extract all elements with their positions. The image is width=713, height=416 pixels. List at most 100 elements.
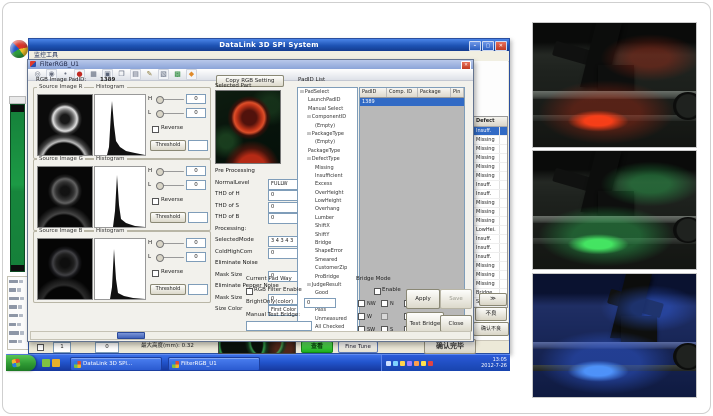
taskbar-item[interactable]: DataLink 3D SPI... (70, 357, 162, 371)
col-package[interactable]: Package (418, 88, 451, 97)
reverse-checkbox[interactable] (152, 126, 159, 133)
Missing[interactable]: Missing (474, 208, 507, 217)
close-button[interactable]: Close (440, 315, 472, 332)
tree-item[interactable]: ⊟ComponentID (298, 113, 357, 121)
tree-item[interactable]: ⊟JudgeResult (298, 281, 357, 289)
defect-table-header[interactable]: Defect (474, 117, 507, 127)
tree-item[interactable]: Missing (298, 164, 357, 172)
Missing[interactable]: Missing (474, 217, 507, 226)
ng-button[interactable]: 不良 (475, 307, 507, 321)
tree-item[interactable]: CustomerZip (298, 264, 357, 272)
table-icon[interactable]: ▤ (130, 69, 141, 80)
lamp-icon[interactable]: ◆ (186, 69, 197, 80)
h-value-input[interactable]: 0 (186, 166, 206, 176)
network-tray-icon[interactable] (386, 361, 391, 366)
Missing[interactable]: Missing (474, 163, 507, 172)
bridge-direction-checkbox[interactable] (381, 313, 404, 326)
padid-table-selected-row[interactable]: 1389 (360, 98, 464, 106)
board-map-green-bar[interactable] (10, 104, 25, 272)
bridge-direction-checkbox[interactable]: NW (358, 300, 381, 313)
tree-item[interactable]: ⊟DefectType (298, 155, 357, 163)
manual-test-bridge-input[interactable] (246, 321, 312, 331)
horizontal-scrollbar[interactable] (30, 331, 471, 340)
grid-icon[interactable]: ▦ (88, 69, 99, 80)
tree-item[interactable]: Excess (298, 180, 357, 188)
bridge-enable-checkbox[interactable] (374, 288, 381, 295)
confirm-ng-button[interactable]: 确认不良 (473, 322, 509, 336)
tree-item[interactable]: ShiftY (298, 231, 357, 239)
tree-item[interactable]: (Empty) (298, 138, 357, 146)
tree-item[interactable]: Insufficient (298, 172, 357, 180)
threshold-value-input[interactable] (188, 212, 208, 223)
LowHei.[interactable]: LowHei. (474, 226, 507, 235)
bright-only-input[interactable]: 0 (304, 298, 336, 308)
main-window-titlebar[interactable]: DataLink 3D SPI System – ▢ ✕ (29, 39, 509, 51)
Missing[interactable]: Missing (474, 199, 507, 208)
Insuff.[interactable]: Insuff. (474, 244, 507, 253)
reverse-checkbox[interactable] (152, 198, 159, 205)
tree-item[interactable]: ShapeError (298, 247, 357, 255)
tree-item[interactable]: ⊟PadSelect (298, 88, 357, 96)
warning-tray-icon[interactable] (421, 361, 426, 366)
app-logo-icon[interactable] (10, 40, 28, 58)
tree-item[interactable]: LowHeight (298, 197, 357, 205)
threshold-value-input[interactable] (188, 284, 208, 295)
Missing[interactable]: Missing (474, 280, 507, 289)
Missing[interactable]: Missing (474, 262, 507, 271)
apply-button[interactable]: Apply (406, 289, 440, 309)
window-icon[interactable]: ❐ (116, 69, 127, 80)
l-slider[interactable] (156, 253, 184, 261)
h-value-input[interactable]: 0 (186, 238, 206, 248)
bridge-direction-checkbox[interactable]: W (358, 313, 381, 326)
l-value-input[interactable]: 0 (186, 252, 206, 262)
save-button[interactable]: Save (440, 289, 472, 309)
Insuff.[interactable]: Insuff. (474, 253, 507, 262)
tree-item[interactable]: Smeared (298, 256, 357, 264)
view-button[interactable]: 查看 (301, 341, 333, 353)
fine-tune-button[interactable]: Fine Tune (338, 341, 378, 353)
Missing[interactable]: Missing (474, 136, 507, 145)
update-tray-icon[interactable] (400, 361, 405, 366)
h-slider[interactable] (156, 167, 184, 175)
col-padid[interactable]: PadID (360, 88, 387, 97)
Insuff.[interactable]: Insuff. (474, 127, 507, 136)
tree-item[interactable]: PackageType (298, 147, 357, 155)
h-slider[interactable] (156, 239, 184, 247)
h-slider[interactable] (156, 95, 184, 103)
h-value-input[interactable]: 0 (186, 94, 206, 104)
col-pin[interactable]: Pin (451, 88, 464, 97)
status-value-1[interactable]: 1 (53, 342, 71, 353)
threshold-button[interactable]: Threshold (150, 140, 186, 151)
bridge-direction-checkbox[interactable]: N (381, 300, 404, 313)
threshold-button[interactable]: Threshold (150, 284, 186, 295)
Missing[interactable]: Missing (474, 145, 507, 154)
input-tray-icon[interactable] (407, 361, 412, 366)
Insuff.[interactable]: Insuff. (474, 235, 507, 244)
status-checkbox[interactable] (37, 344, 44, 351)
l-slider[interactable] (156, 181, 184, 189)
Missing[interactable]: Missing (474, 154, 507, 163)
volume-tray-icon[interactable] (414, 361, 419, 366)
taskbar-item[interactable]: FilterRGB_U1 (168, 357, 260, 371)
tree-item[interactable]: Manual Select (298, 105, 357, 113)
clock[interactable]: 13:05 2012-7-26 (481, 357, 507, 369)
quick-launch-icon[interactable] (42, 359, 50, 367)
Missing[interactable]: Missing (474, 271, 507, 280)
tree-item[interactable]: ProBridge (298, 273, 357, 281)
tree-item[interactable]: ShiftX (298, 222, 357, 230)
tree-item[interactable]: Good (298, 289, 357, 297)
threshold-value-input[interactable] (188, 140, 208, 151)
maximize-icon[interactable]: ▢ (482, 41, 494, 51)
l-slider[interactable] (156, 109, 184, 117)
tree-item[interactable]: LaunchPadID (298, 96, 357, 104)
status-value-2[interactable]: 0 (95, 342, 119, 353)
pencil-icon[interactable]: ✎ (144, 69, 155, 80)
minimize-icon[interactable]: – (469, 41, 481, 51)
col-comp-id[interactable]: Comp. ID (387, 88, 418, 97)
display-tray-icon[interactable] (393, 361, 398, 366)
quick-launch-icon[interactable] (52, 359, 60, 367)
tree-item[interactable]: Overhang (298, 205, 357, 213)
Insuff.[interactable]: Insuff. (474, 181, 507, 190)
rgb-map-icon[interactable]: ▩ (172, 69, 183, 80)
threshold-button[interactable]: Threshold (150, 212, 186, 223)
